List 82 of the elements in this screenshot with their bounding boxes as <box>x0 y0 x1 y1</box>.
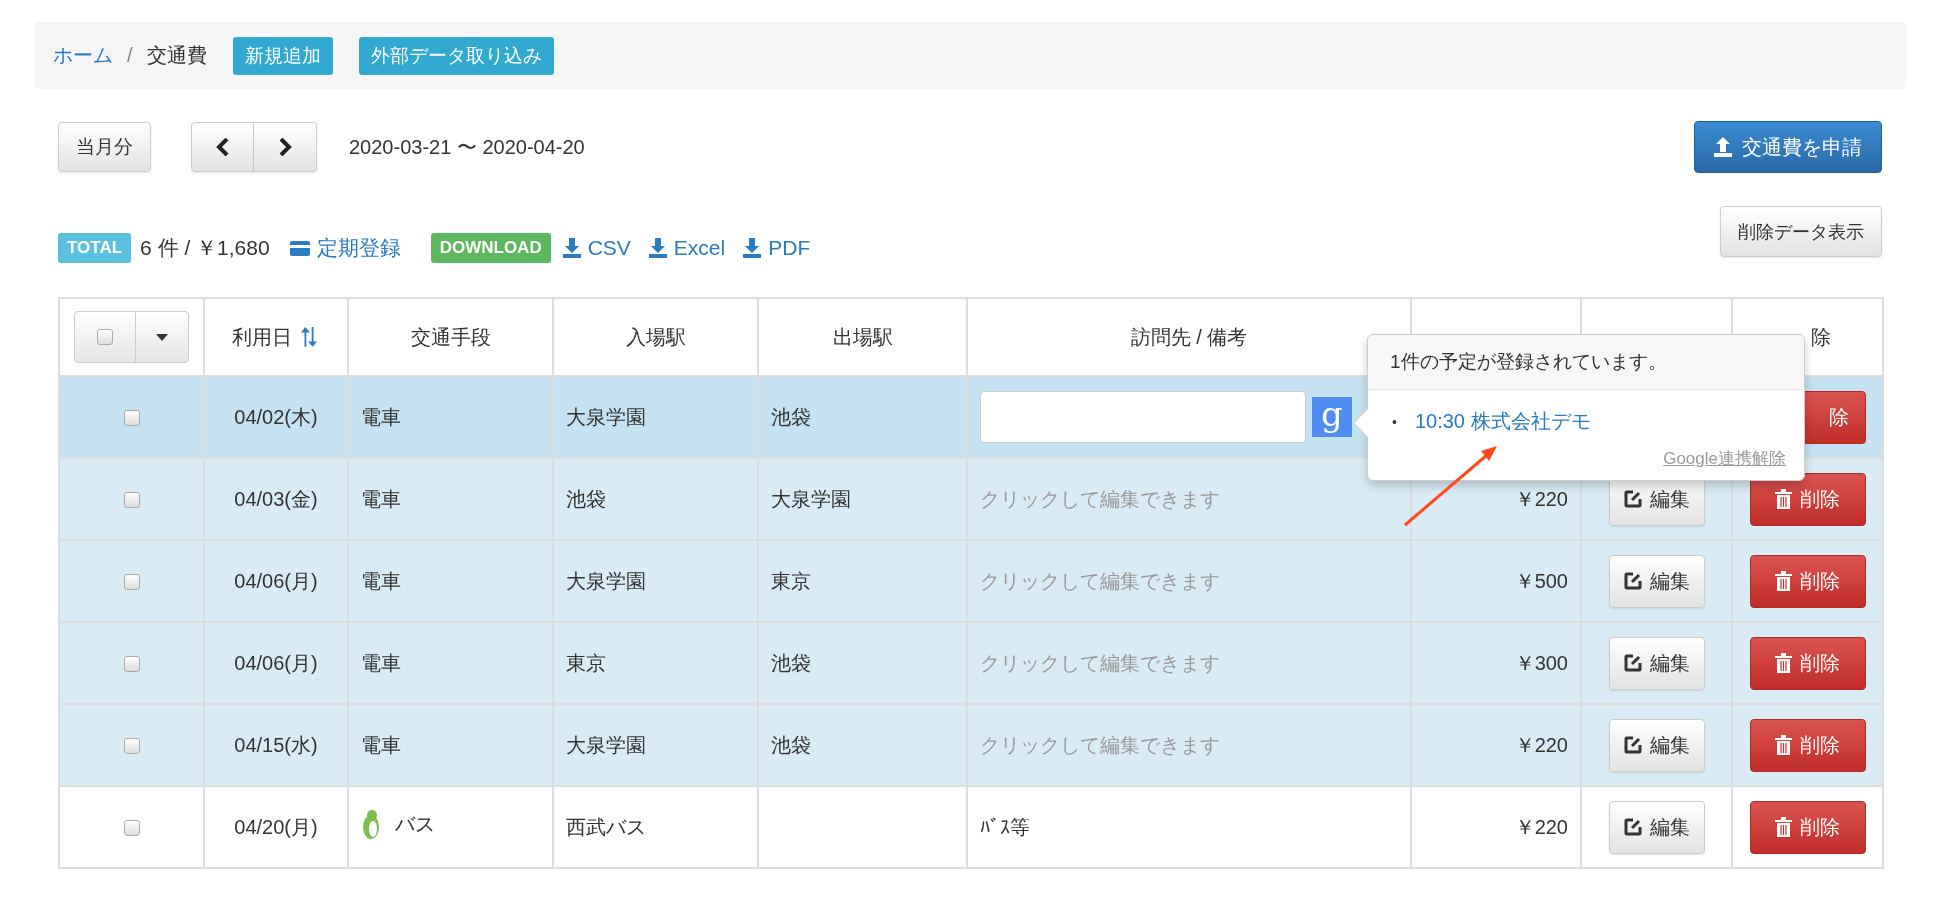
current-month-button[interactable]: 当月分 <box>58 122 151 172</box>
list-bullet: • <box>1392 413 1397 430</box>
row-checkbox[interactable] <box>123 410 140 427</box>
event-link[interactable]: 10:30 株式会社デモ <box>1414 408 1591 435</box>
transport-text: 電車 <box>361 486 401 512</box>
edit-button[interactable]: 編集 <box>1608 800 1705 854</box>
transport-text: 電車 <box>361 404 401 430</box>
download-link[interactable]: CSV <box>562 236 631 260</box>
amount-cell: ￥220 <box>1514 487 1568 510</box>
row-checkbox[interactable] <box>123 656 140 673</box>
delete-button[interactable]: 削除 <box>1749 800 1866 854</box>
transport-text: バス <box>395 812 435 837</box>
download-icon <box>743 238 762 258</box>
delete-button[interactable]: 削除 <box>1749 718 1866 772</box>
row-checkbox[interactable] <box>123 574 140 591</box>
note-input[interactable] <box>980 391 1306 443</box>
popover-title: 1件の予定が登録されています。 <box>1368 335 1804 390</box>
date-cell: 04/20(月) <box>204 786 348 868</box>
trash-icon <box>1775 571 1792 591</box>
trash-icon <box>1775 653 1792 673</box>
delete-button[interactable]: 削除 <box>1749 554 1866 608</box>
edit-icon <box>1623 736 1642 754</box>
delete-button[interactable]: 削除 <box>1749 472 1866 526</box>
note-placeholder[interactable]: クリックして編集できます <box>980 651 1220 674</box>
row-checkbox[interactable] <box>123 820 140 837</box>
commuter-link[interactable]: 定期登録 <box>289 234 401 262</box>
transport-text: 電車 <box>361 732 401 758</box>
amount-cell: ￥300 <box>1514 651 1568 674</box>
chevron-right-icon <box>278 138 292 156</box>
download-link[interactable]: PDF <box>743 236 811 260</box>
note-placeholder[interactable]: クリックして編集できます <box>980 487 1220 510</box>
column-header: 交通手段 <box>348 298 553 376</box>
column-header: 出場駅 <box>758 298 967 376</box>
download-icon <box>562 238 581 258</box>
column-header: 入場駅 <box>553 298 758 376</box>
breadcrumb-separator: / <box>127 44 133 67</box>
date-range: 2020-03-21 〜 2020-04-20 <box>349 134 585 160</box>
trash-icon <box>1775 817 1792 837</box>
header-button[interactable]: 外部データ取り込み <box>358 36 554 75</box>
select-all-dropdown[interactable] <box>74 311 189 363</box>
caret-icon <box>156 333 168 341</box>
breadcrumb-current: 交通費 <box>146 43 207 68</box>
edit-button[interactable]: 編集 <box>1608 718 1705 772</box>
delete-button[interactable]: 削除 <box>1749 636 1866 690</box>
select-all-checkbox[interactable] <box>97 329 113 345</box>
trash-icon <box>1775 489 1792 509</box>
apply-button[interactable]: 交通費を申請 <box>1694 121 1882 173</box>
deleted-data-button[interactable]: 削除データ表示 <box>1720 206 1882 257</box>
next-button[interactable] <box>254 122 317 172</box>
edit-button[interactable]: 編集 <box>1608 636 1705 690</box>
previous-button[interactable] <box>191 122 254 172</box>
upload-icon <box>1714 137 1732 157</box>
trash-icon <box>1775 735 1792 755</box>
column-header: 利用日 <box>204 298 348 376</box>
edit-button[interactable]: 編集 <box>1608 554 1705 608</box>
download-link[interactable]: Excel <box>648 236 726 260</box>
table-cell: 西武バス <box>553 786 758 868</box>
transport-text: 電車 <box>361 650 401 676</box>
breadcrumb-link[interactable]: ホーム <box>53 42 113 69</box>
edit-icon <box>1623 572 1642 590</box>
note-placeholder[interactable]: クリックして編集できます <box>980 569 1220 592</box>
row-checkbox[interactable] <box>123 492 140 509</box>
total-summary: 6 件 / ￥1,680 <box>140 235 270 261</box>
note-text[interactable]: ﾊﾞｽ等 <box>980 815 1030 838</box>
download-icon <box>648 238 667 258</box>
transport-text: 電車 <box>361 568 401 594</box>
download-badge: DOWNLOAD <box>430 233 551 263</box>
card-icon <box>289 240 310 256</box>
edit-icon <box>1623 818 1642 836</box>
amount-cell: ￥500 <box>1514 569 1568 592</box>
edit-icon <box>1623 654 1642 672</box>
amount-cell: ￥220 <box>1514 815 1568 838</box>
header-button[interactable]: 新規追加 <box>232 36 333 75</box>
column-header: 除 <box>1811 325 1831 348</box>
note-placeholder[interactable]: クリックして編集できます <box>980 733 1220 756</box>
amount-cell: ￥220 <box>1514 733 1568 756</box>
google-button[interactable]: g <box>1312 397 1352 437</box>
edit-icon <box>1623 490 1642 508</box>
row-checkbox[interactable] <box>123 738 140 755</box>
total-badge: TOTAL <box>58 233 132 263</box>
chevron-left-icon <box>215 138 230 156</box>
sort-icon <box>300 327 320 350</box>
